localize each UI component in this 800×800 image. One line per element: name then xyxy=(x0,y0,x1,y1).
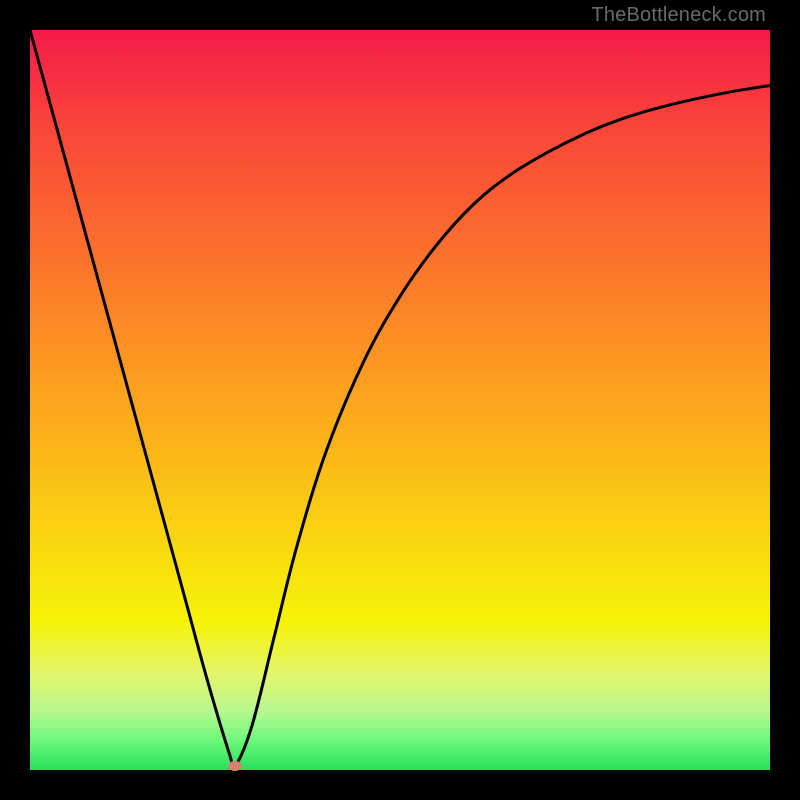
watermark-text: TheBottleneck.com xyxy=(591,4,766,27)
chart-stage: TheBottleneck.com xyxy=(0,0,800,800)
bottleneck-curve xyxy=(30,30,770,770)
minimum-marker xyxy=(228,761,242,771)
curve-path xyxy=(30,30,770,769)
plot-area xyxy=(30,30,770,770)
